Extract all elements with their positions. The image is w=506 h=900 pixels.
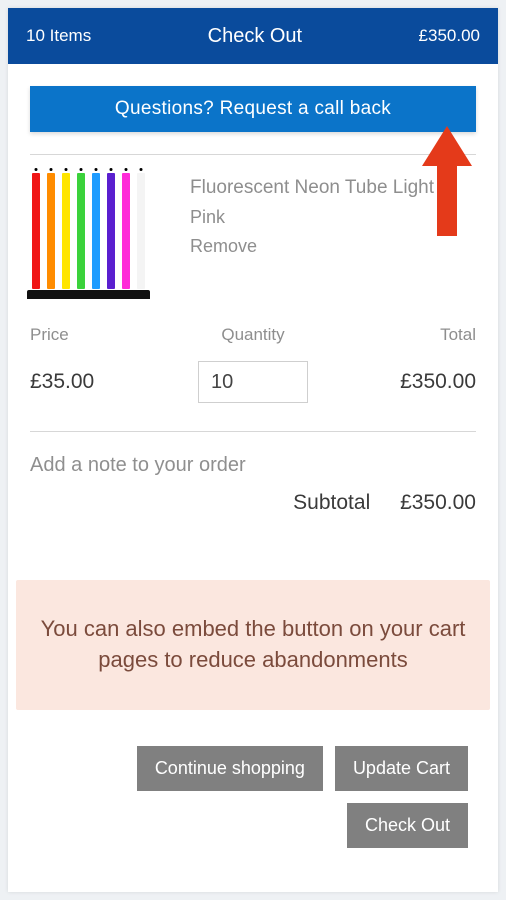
subtotal-label: Subtotal bbox=[293, 491, 370, 514]
tube-icon bbox=[62, 173, 70, 289]
divider bbox=[30, 431, 476, 432]
remove-item-link[interactable]: Remove bbox=[190, 232, 476, 261]
callout-banner: You can also embed the button on your ca… bbox=[16, 580, 490, 710]
checkout-button[interactable]: Check Out bbox=[347, 803, 468, 848]
quantity-label: Quantity bbox=[179, 325, 328, 345]
price-label: Price bbox=[30, 325, 179, 345]
quantity-input[interactable] bbox=[198, 361, 308, 403]
tube-icon bbox=[77, 173, 85, 289]
tube-icon bbox=[92, 173, 100, 289]
callout-arrow-icon bbox=[422, 126, 472, 236]
header-total: £350.00 bbox=[419, 26, 480, 46]
subtotal-value: £350.00 bbox=[400, 491, 476, 514]
tube-icon bbox=[107, 173, 115, 289]
price-value: £35.00 bbox=[30, 370, 179, 394]
update-cart-button[interactable]: Update Cart bbox=[335, 746, 468, 791]
continue-shopping-button[interactable]: Continue shopping bbox=[137, 746, 323, 791]
tube-icon bbox=[122, 173, 130, 289]
page-title: Check Out bbox=[208, 25, 302, 48]
tube-icon bbox=[32, 173, 40, 289]
tube-icon bbox=[137, 173, 145, 289]
request-callback-button[interactable]: Questions? Request a call back bbox=[30, 86, 476, 132]
order-note-field[interactable]: Add a note to your order bbox=[30, 454, 476, 477]
cart-line-item: Fluorescent Neon Tube Light Pink Remove bbox=[30, 173, 476, 299]
checkout-header: 10 Items Check Out £350.00 bbox=[8, 8, 498, 64]
divider bbox=[30, 154, 476, 155]
line-total-value: £350.00 bbox=[327, 370, 476, 394]
product-thumbnail bbox=[30, 173, 170, 299]
total-label: Total bbox=[327, 325, 476, 345]
item-count: 10 Items bbox=[26, 26, 91, 46]
tube-icon bbox=[47, 173, 55, 289]
